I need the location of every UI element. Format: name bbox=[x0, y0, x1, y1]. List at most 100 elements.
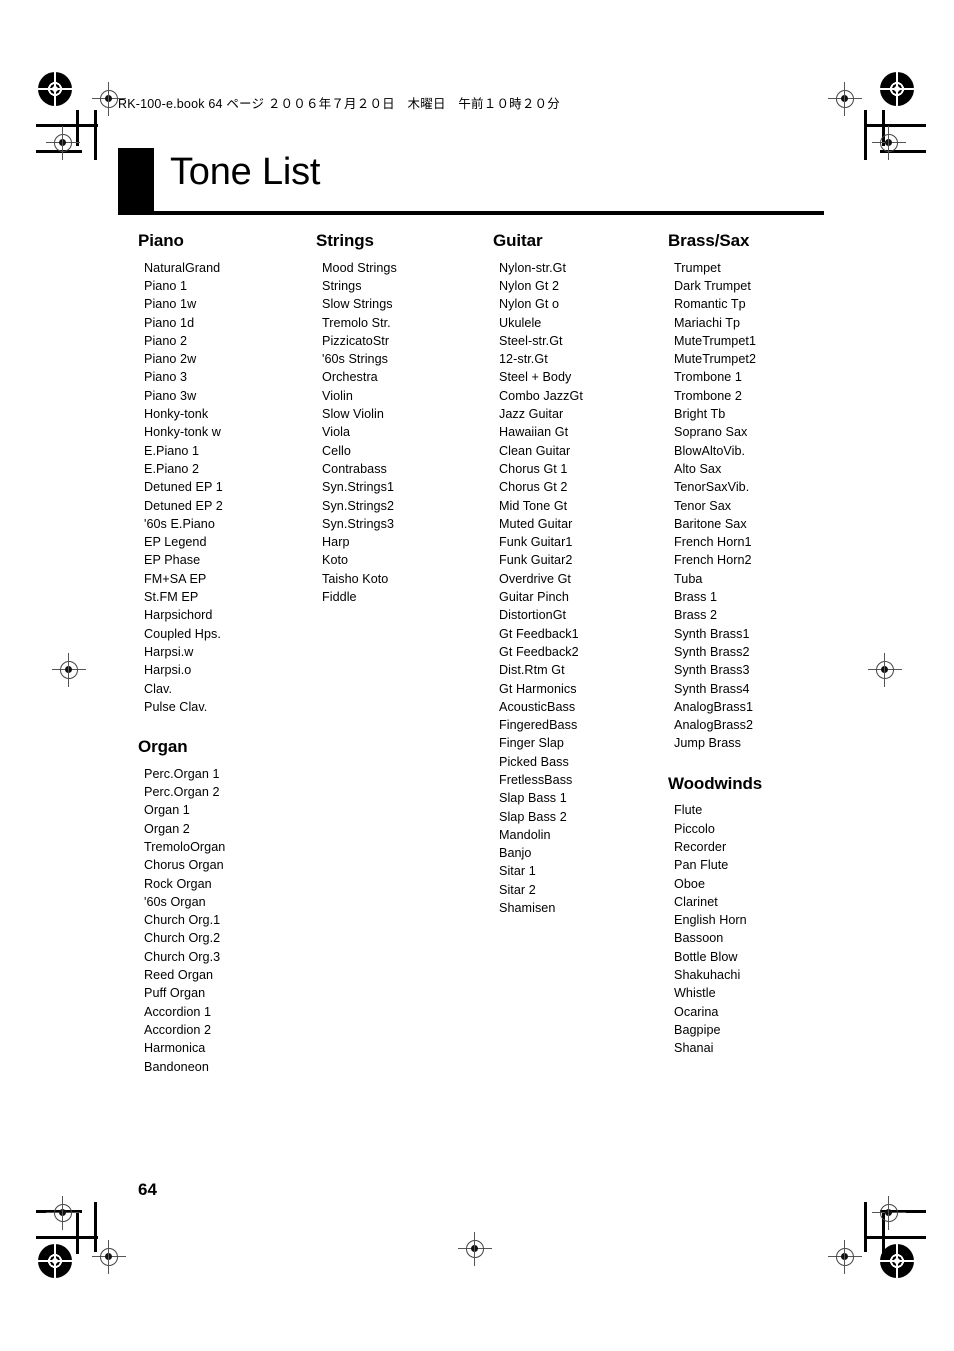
tone-list-item: Tuba bbox=[674, 571, 703, 586]
tone-list-item: Trumpet bbox=[674, 260, 721, 275]
registration-cross-right-middle bbox=[868, 653, 902, 687]
tone-list-item: Harpsichord bbox=[144, 608, 213, 623]
tone-list-item: Accordion 1 bbox=[144, 1004, 212, 1019]
tone-list: Perc.Organ 1 Perc.Organ 2 Organ 1 Organ 2 Tr… bbox=[138, 765, 313, 1076]
tone-column-4: Brass/Sax Trumpet Dark Trumpet Romantic Tp M… bbox=[668, 231, 843, 1058]
tone-list-item: Bright Tb bbox=[674, 407, 726, 422]
tone-list-item: Gt Feedback1 bbox=[499, 626, 579, 641]
tone-list-item: NaturalGrand bbox=[144, 260, 221, 275]
tone-list-item: Tremolo Str. bbox=[322, 315, 391, 330]
title-accent-bar bbox=[118, 148, 154, 215]
tone-group-organ: Organ Perc.Organ 1 Perc.Organ 2 Organ 1 Orga… bbox=[138, 737, 313, 1076]
tone-list-item: Slap Bass 1 bbox=[499, 791, 567, 806]
book-header-note: RK-100-e.book 64 ページ ２００６年７月２０日 木曜日 午前１０… bbox=[118, 97, 560, 111]
tone-list: NaturalGrand Piano 1 Piano 1w Piano 1d Piano… bbox=[138, 259, 313, 716]
tone-column-2: Strings Mood Strings Strings Slow Strings Tr… bbox=[316, 231, 491, 607]
tone-list-item: Synth Brass4 bbox=[674, 681, 750, 696]
tone-list-item: Clean Guitar bbox=[499, 443, 571, 458]
tone-list-item: Accordion 2 bbox=[144, 1022, 212, 1037]
tone-list-item: E.Piano 1 bbox=[144, 443, 200, 458]
tone-list: Trumpet Dark Trumpet Romantic Tp Mariachi T… bbox=[668, 259, 843, 753]
tone-list-item: Dark Trumpet bbox=[674, 278, 751, 293]
page-number: 64 bbox=[138, 1180, 157, 1199]
tone-list-item: Organ 2 bbox=[144, 821, 190, 836]
tone-list-item: Bandoneon bbox=[144, 1059, 209, 1074]
tone-list-item: Romantic Tp bbox=[674, 297, 746, 312]
tone-group-piano: Piano NaturalGrand Piano 1 Piano 1w Piano 1d… bbox=[138, 231, 313, 716]
tone-list-item: Sitar 2 bbox=[499, 882, 536, 897]
tone-group-brass-sax: Brass/Sax Trumpet Dark Trumpet Romantic Tp M… bbox=[668, 231, 843, 753]
registration-target-top-right bbox=[880, 72, 914, 106]
tone-list-item: Viola bbox=[322, 425, 351, 440]
tone-list-item: Funk Guitar2 bbox=[499, 553, 573, 568]
tone-list-item: Chorus Gt 2 bbox=[499, 480, 568, 495]
tone-list-item: Synth Brass2 bbox=[674, 644, 750, 659]
tone-list-item: Church Org.1 bbox=[144, 913, 221, 928]
tone-list-item: Bassoon bbox=[674, 931, 724, 946]
tone-list-item: TremoloOrgan bbox=[144, 839, 226, 854]
tone-list-item: Mid Tone Gt bbox=[499, 498, 568, 513]
tone-list-item: Chorus Organ bbox=[144, 858, 224, 873]
tone-group-woodwinds: Woodwinds Flute Piccolo Recorder Pan Flute Ob… bbox=[668, 774, 843, 1058]
tone-list-item: Recorder bbox=[674, 839, 727, 854]
tone-list-item: Funk Guitar1 bbox=[499, 535, 573, 550]
tone-list-item: Piano 1 bbox=[144, 278, 188, 293]
tone-list-item: Perc.Organ 1 bbox=[144, 766, 220, 781]
tone-list-item: Reed Organ bbox=[144, 968, 214, 983]
registration-target-top-left bbox=[38, 72, 72, 106]
page-title: Tone List bbox=[170, 151, 321, 193]
tone-list-item: 12-str.Gt bbox=[499, 352, 548, 367]
tone-list-item: Tenor Sax bbox=[674, 498, 732, 513]
tone-list-item: Shamisen bbox=[499, 901, 556, 916]
tone-list-item: Sitar 1 bbox=[499, 864, 536, 879]
tone-list-item: Church Org.2 bbox=[144, 931, 221, 946]
tone-list-item: Detuned EP 1 bbox=[144, 480, 223, 495]
tone-list-item: Slap Bass 2 bbox=[499, 809, 567, 824]
tone-list-item: Mood Strings bbox=[322, 260, 397, 275]
tone-list-item: Detuned EP 2 bbox=[144, 498, 223, 513]
tone-list-item: Jazz Guitar bbox=[499, 407, 564, 422]
tone-list-item: Bagpipe bbox=[674, 1022, 721, 1037]
tone-group-heading: Guitar bbox=[493, 231, 543, 250]
tone-group-guitar: Guitar Nylon-str.Gt Nylon Gt 2 Nylon Gt o Uk… bbox=[493, 231, 668, 917]
tone-list-item: FM+SA EP bbox=[144, 571, 207, 586]
registration-cross-bottom-middle bbox=[458, 1232, 492, 1266]
tone-list-item: Gt Feedback2 bbox=[499, 644, 579, 659]
tone-list-item: E.Piano 2 bbox=[144, 461, 200, 476]
registration-cross-top-left-b bbox=[46, 126, 80, 160]
tone-list-item: Picked Bass bbox=[499, 754, 569, 769]
tone-list-item: Syn.Strings3 bbox=[322, 516, 394, 531]
registration-cross-top-right-a bbox=[828, 82, 862, 116]
tone-list-item: Nylon-str.Gt bbox=[499, 260, 567, 275]
tone-group-heading: Organ bbox=[138, 737, 188, 757]
tone-list-item: Church Org.3 bbox=[144, 949, 221, 964]
tone-list-item: Dist.Rtm Gt bbox=[499, 663, 565, 678]
tone-list-item: Piccolo bbox=[674, 821, 715, 836]
tone-column-1: Piano NaturalGrand Piano 1 Piano 1w Piano 1d… bbox=[138, 231, 313, 1076]
tone-list-item: Shakuhachi bbox=[674, 968, 741, 983]
tone-list-item: Harpsi.o bbox=[144, 663, 192, 678]
tone-list-item: English Horn bbox=[674, 913, 747, 928]
tone-list-item: French Horn2 bbox=[674, 553, 752, 568]
tone-list-item: Clav. bbox=[144, 681, 173, 696]
tone-list-item: PizzicatoStr bbox=[322, 333, 390, 348]
tone-list: Mood Strings Strings Slow Strings Tremolo S… bbox=[316, 259, 491, 607]
tone-list-item: Synth Brass3 bbox=[674, 663, 750, 678]
tone-list-item: Syn.Strings1 bbox=[322, 480, 394, 495]
tone-list-item: Jump Brass bbox=[674, 736, 741, 751]
tone-list-item: '60s E.Piano bbox=[144, 516, 215, 531]
tone-list-item: Mandolin bbox=[499, 827, 551, 842]
tone-list-item: Steel-str.Gt bbox=[499, 333, 563, 348]
registration-cross-bottom-left-b bbox=[46, 1196, 80, 1230]
tone-column-3: Guitar Nylon-str.Gt Nylon Gt 2 Nylon Gt o Uk… bbox=[493, 231, 668, 917]
tone-list-item: Finger Slap bbox=[499, 736, 564, 751]
tone-list-item: Synth Brass1 bbox=[674, 626, 750, 641]
tone-group-heading: Strings bbox=[316, 231, 374, 250]
tone-list-item: Harpsi.w bbox=[144, 644, 194, 659]
tone-list-item: Shanai bbox=[674, 1041, 714, 1056]
tone-list-item: DistortionGt bbox=[499, 608, 567, 623]
tone-list-item: Combo JazzGt bbox=[499, 388, 583, 403]
tone-list-item: Contrabass bbox=[322, 461, 387, 476]
tone-list-item: Gt Harmonics bbox=[499, 681, 577, 696]
tone-group-heading: Piano bbox=[138, 231, 184, 250]
